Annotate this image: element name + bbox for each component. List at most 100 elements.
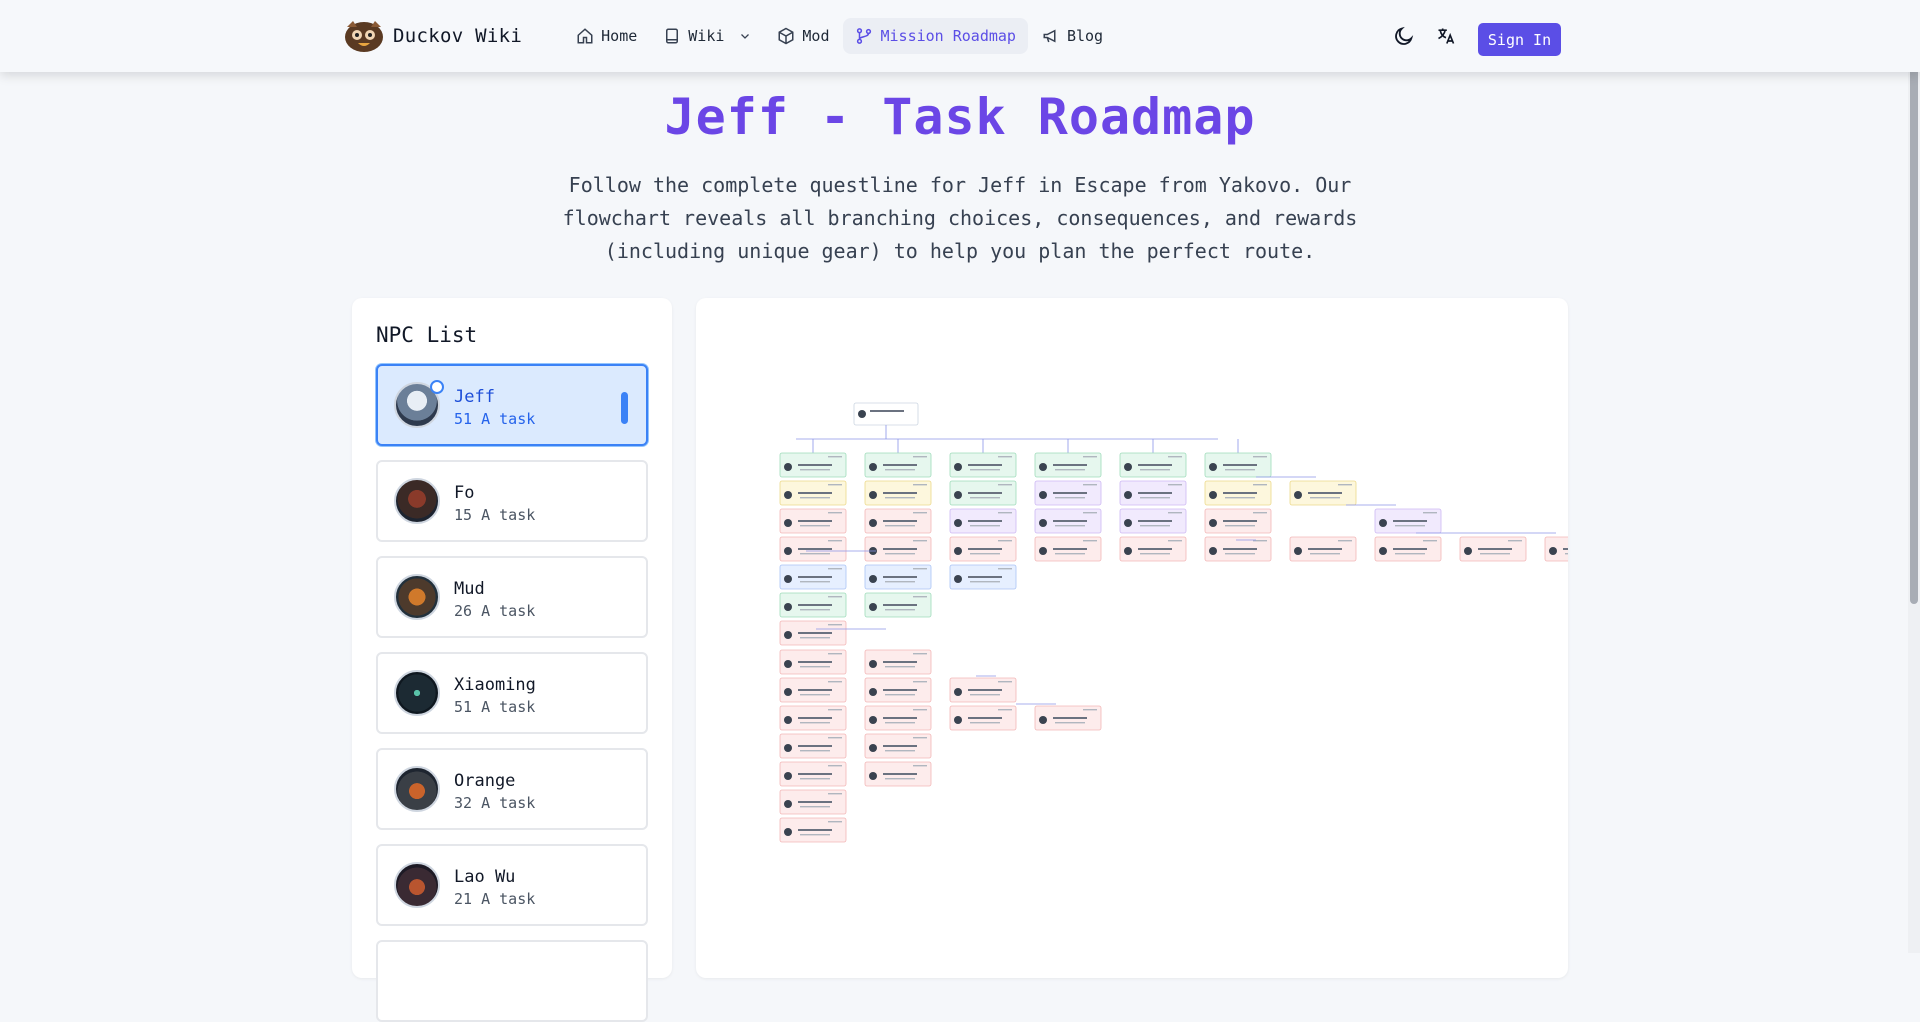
node-desc-line — [970, 553, 1000, 555]
selected-indicator — [621, 392, 628, 424]
node-title-line — [883, 464, 917, 466]
node-tag-line — [1168, 540, 1182, 542]
node-title-line — [798, 492, 832, 494]
node-tag-line — [998, 681, 1012, 683]
node-desc-line — [970, 497, 1000, 499]
language-button[interactable] — [1430, 20, 1462, 52]
npc-avatar-icon — [784, 828, 792, 836]
node-tag-line — [828, 793, 842, 795]
node-title-line — [883, 576, 917, 578]
node-title-line — [1223, 492, 1257, 494]
node-tag-line — [1168, 484, 1182, 486]
npc-item-partial[interactable] — [376, 940, 648, 1022]
npc-item-jeff[interactable]: Jeff 51 A task — [376, 364, 648, 446]
node-title-line — [968, 717, 1002, 719]
node-desc-line — [885, 609, 915, 611]
roadmap-flowchart[interactable] — [696, 298, 1568, 978]
node-tag-line — [1423, 540, 1437, 542]
node-title-line — [883, 520, 917, 522]
node-title-line — [968, 576, 1002, 578]
npc-avatar-icon — [1039, 491, 1047, 499]
flowchart-canvas[interactable] — [696, 298, 1568, 978]
node-title-line — [798, 520, 832, 522]
node-title-line — [968, 689, 1002, 691]
node-desc-line — [1140, 553, 1170, 555]
node-desc-line — [885, 497, 915, 499]
branch-icon — [857, 28, 872, 44]
npc-avatar-icon — [1549, 547, 1557, 555]
nav-wiki-label: Wiki — [688, 27, 725, 45]
header-tools — [1388, 20, 1472, 52]
node-desc-line — [1310, 497, 1340, 499]
node-title-line — [1223, 464, 1257, 466]
node-desc-line — [800, 497, 830, 499]
npc-item-fo[interactable]: Fo 15 A task — [376, 460, 648, 542]
node-desc-line — [1140, 497, 1170, 499]
npc-avatar-icon — [784, 547, 792, 555]
chevron-down-icon — [741, 34, 750, 39]
node-desc-line — [1055, 553, 1085, 555]
npc-avatar-icon — [869, 660, 877, 668]
nav-mod[interactable]: Mod — [765, 18, 841, 54]
node-title-line — [798, 464, 832, 466]
npc-avatar-icon — [869, 575, 877, 583]
node-desc-line — [970, 694, 1000, 696]
node-tag-line — [913, 765, 927, 767]
node-title-line — [968, 464, 1002, 466]
npc-task-count: 32 A task — [454, 794, 536, 812]
node-title-line — [883, 717, 917, 719]
npc-item-lao-wu[interactable]: Lao Wu 21 A task — [376, 844, 648, 926]
node-tag-line — [913, 681, 927, 683]
node-desc-line — [800, 637, 830, 639]
node-desc-line — [970, 581, 1000, 583]
node-desc-line — [1055, 497, 1085, 499]
avatar — [394, 766, 440, 812]
node-title-line — [798, 801, 832, 803]
npc-name: Lao Wu — [454, 867, 516, 887]
npc-avatar-icon — [784, 660, 792, 668]
npc-task-count: 15 A task — [454, 506, 536, 524]
npc-item-xiaoming[interactable]: Xiaoming 51 A task — [376, 652, 648, 734]
node-title-line — [883, 689, 917, 691]
page-title: Jeff - Task Roadmap — [664, 88, 1256, 146]
theme-toggle-button[interactable] — [1388, 20, 1420, 52]
node-title-line — [883, 492, 917, 494]
npc-list-heading: NPC List — [376, 323, 478, 347]
node-tag-line — [1423, 512, 1437, 514]
node-desc-line — [970, 722, 1000, 724]
node-desc-line — [885, 553, 915, 555]
node-tag-line — [1338, 484, 1352, 486]
node-desc-line — [1055, 722, 1085, 724]
npc-avatar-icon — [954, 575, 962, 583]
npc-name: Fo — [454, 483, 475, 503]
node-tag-line — [1168, 456, 1182, 458]
node-desc-line — [970, 469, 1000, 471]
node-tag-line — [1253, 484, 1267, 486]
npc-avatar-icon — [784, 603, 792, 611]
npc-avatar-icon — [784, 800, 792, 808]
node-tag-line — [828, 681, 842, 683]
nav-mission-roadmap[interactable]: Mission Roadmap — [843, 18, 1028, 54]
npc-avatar-icon — [869, 744, 877, 752]
npc-avatar-icon — [1209, 463, 1217, 471]
npc-item-mud[interactable]: Mud 26 A task — [376, 556, 648, 638]
node-desc-line — [1225, 553, 1255, 555]
node-tag-line — [1508, 540, 1522, 542]
npc-avatar-icon — [1379, 519, 1387, 527]
npc-avatar-icon — [1294, 491, 1302, 499]
node-desc-line — [885, 750, 915, 752]
npc-avatar-icon — [1209, 491, 1217, 499]
nav-blog[interactable]: Blog — [1030, 18, 1115, 54]
nav-wiki[interactable]: Wiki — [651, 18, 763, 54]
sign-in-button[interactable]: Sign In — [1478, 23, 1561, 56]
node-tag-line — [1083, 484, 1097, 486]
node-title-line — [1223, 548, 1257, 550]
npc-item-orange[interactable]: Orange 32 A task — [376, 748, 648, 830]
npc-avatar-icon — [1294, 547, 1302, 555]
node-title-line — [798, 576, 832, 578]
site-logo[interactable]: Duckov Wiki — [343, 19, 522, 53]
main-nav: Duckov Wiki Home Wiki Mod Mission Roadma… — [343, 0, 1117, 72]
nav-home[interactable]: Home — [564, 18, 649, 54]
node-title-line — [1053, 717, 1087, 719]
node-desc-line — [1480, 553, 1510, 555]
